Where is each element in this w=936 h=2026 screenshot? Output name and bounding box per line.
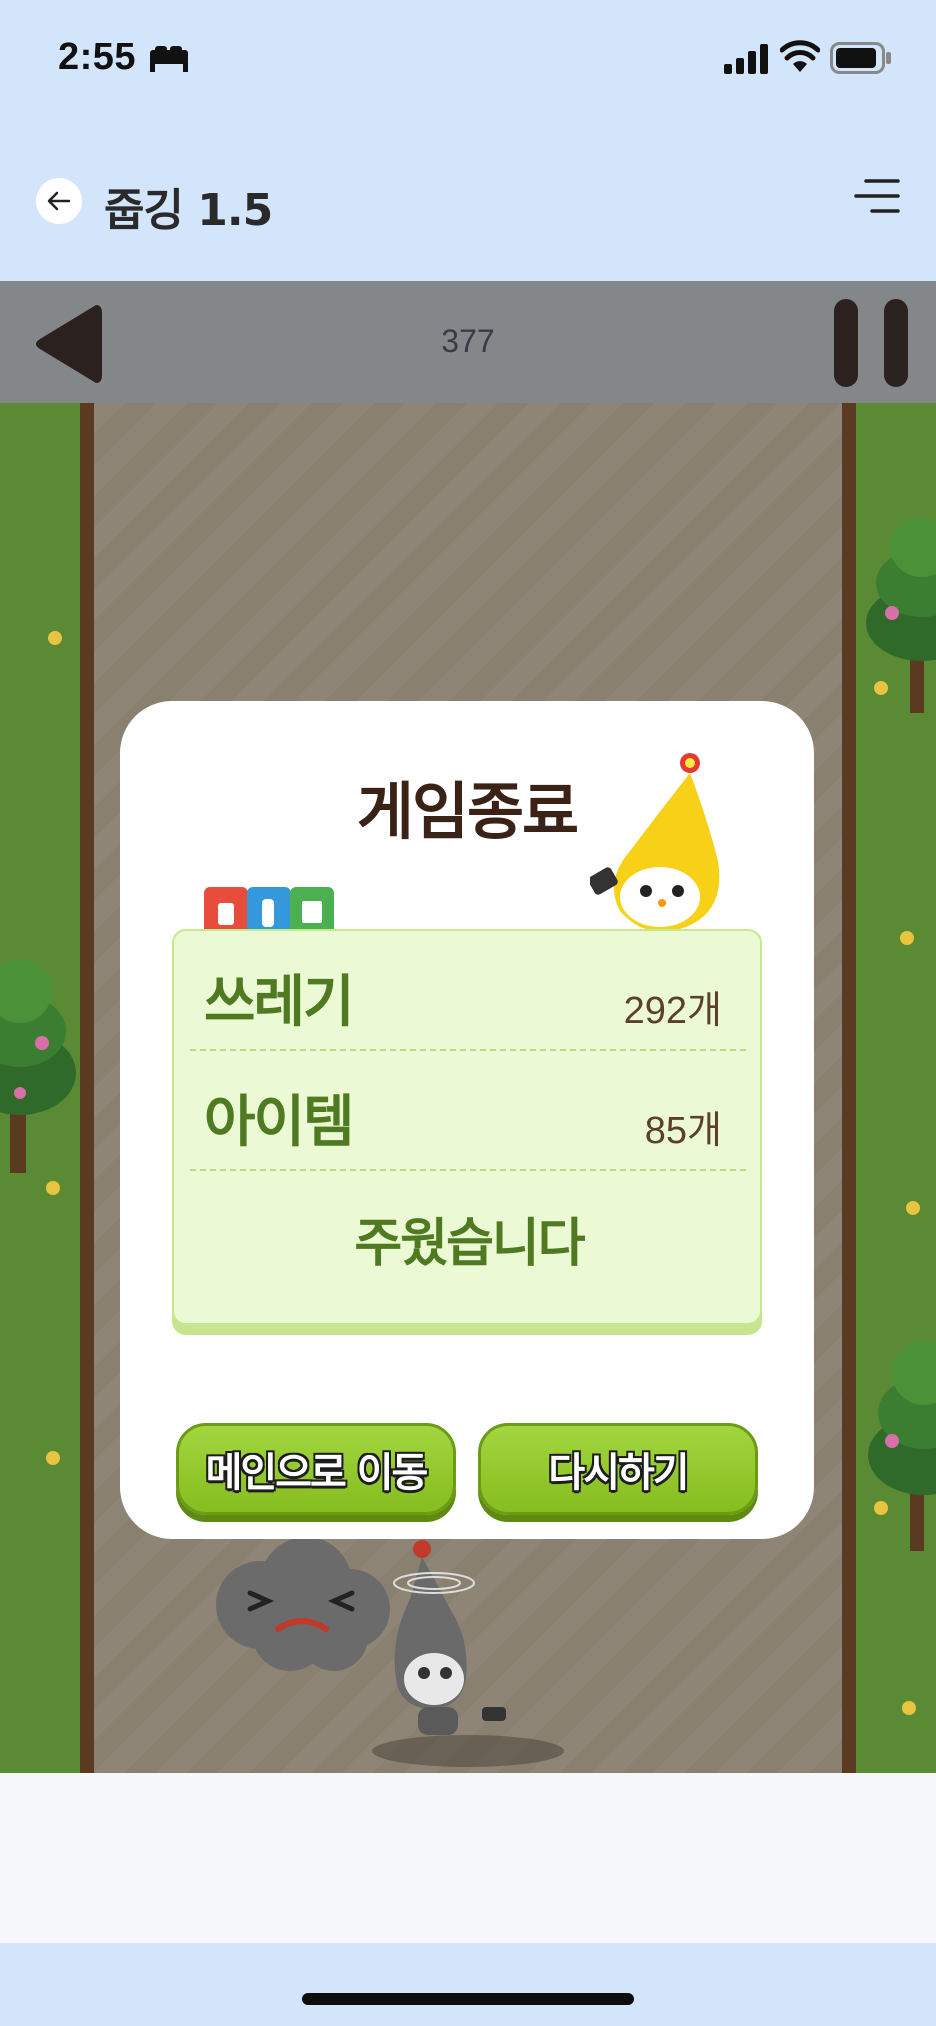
- flower-icon: [46, 1451, 60, 1465]
- status-bar: 2:55: [0, 0, 936, 120]
- signal-icon: [724, 44, 768, 74]
- angry-cloud-character: [216, 1537, 390, 1671]
- back-button[interactable]: [36, 178, 82, 224]
- items-count: 85개: [644, 1110, 722, 1152]
- flower-icon: [906, 1201, 920, 1215]
- dizzy-character: [372, 1540, 564, 1767]
- menu-icon[interactable]: [854, 176, 900, 216]
- result-footer-text: 주웠습니다: [354, 1214, 585, 1274]
- result-row-trash: 쓰레기 292개: [190, 931, 746, 1051]
- go-to-main-label: 메인으로 이동: [205, 1450, 429, 1496]
- app-header: 줍깅 1.5: [0, 140, 936, 280]
- wifi-icon: [780, 40, 820, 72]
- trash-label: 쓰레기: [204, 970, 355, 1035]
- home-indicator[interactable]: [302, 1993, 634, 2005]
- pause-bar-left: [834, 299, 858, 387]
- battery-icon: [830, 42, 891, 74]
- pause-bar-right: [884, 299, 908, 387]
- tree-icon: [0, 959, 76, 1173]
- tree-icon: [866, 517, 936, 713]
- result-row-items: 아이템 85개: [190, 1051, 746, 1171]
- bed-icon: [150, 46, 188, 72]
- retry-button[interactable]: 다시하기: [478, 1423, 758, 1515]
- tree-icon: [868, 1341, 936, 1551]
- score-counter: 377: [441, 323, 495, 359]
- flower-icon: [902, 1701, 916, 1715]
- fence-left: [80, 403, 94, 1773]
- game-bar: 377: [0, 281, 936, 403]
- items-label: 아이템: [204, 1090, 355, 1155]
- go-to-main-button[interactable]: 메인으로 이동: [176, 1423, 456, 1515]
- recycling-bins-icon: [204, 887, 334, 935]
- game-over-modal: 게임종료 쓰레기 292개 아이템 85개 주웠습니다 메인으로 이동 다시하기: [120, 701, 814, 1539]
- retry-label: 다시하기: [548, 1450, 689, 1496]
- flower-icon: [48, 631, 62, 645]
- bottom-area: [0, 1773, 936, 1943]
- arrow-left-icon: [47, 191, 71, 211]
- result-summary-box: 쓰레기 292개 아이템 85개 주웠습니다: [172, 929, 762, 1325]
- page-title: 줍깅 1.5: [104, 185, 273, 236]
- trash-count: 292개: [623, 990, 722, 1032]
- yellow-mascot-icon: [590, 753, 720, 932]
- pause-button[interactable]: [834, 299, 908, 387]
- flower-icon: [900, 931, 914, 945]
- fence-right: [842, 403, 856, 1773]
- status-time: 2:55: [58, 36, 137, 78]
- home-bar: [0, 1943, 936, 2026]
- flower-icon: [46, 1181, 60, 1195]
